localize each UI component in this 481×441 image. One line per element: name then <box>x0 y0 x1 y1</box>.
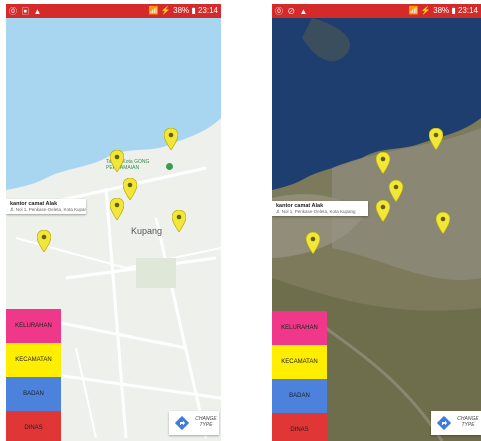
map-pin-2[interactable] <box>376 152 390 174</box>
city-label: Kupang <box>131 226 163 236</box>
info-window[interactable]: kantor camat Alak Jl. Nol 1, Penkase-Oel… <box>6 199 86 214</box>
change-type-button[interactable]: CHANGE TYPE <box>169 411 219 435</box>
change-type-label: CHANGE TYPE <box>195 416 217 428</box>
badan-button[interactable]: BADAN <box>272 379 327 413</box>
map-pin-2[interactable] <box>110 150 124 172</box>
map-pin-1[interactable] <box>164 128 178 150</box>
map-pin-3[interactable] <box>389 180 403 202</box>
dinas-button[interactable]: DINAS <box>272 413 327 441</box>
status-right: 📶 ⚡ 38% ▮ 23:14 <box>408 6 478 15</box>
map-pin-3[interactable] <box>123 178 137 200</box>
satellite-map[interactable]: kantor camat Alak Jl. Nol 1, Penkase-Oel… <box>272 18 481 441</box>
road-map[interactable]: Taman Kota GONG PERDAMAIAN Kupang kantor… <box>6 18 221 441</box>
status-bar: ⓪ ▣ ▲ 📶 ⚡ 38% ▮ 23:14 <box>6 4 221 18</box>
map-pin-5[interactable] <box>172 210 186 232</box>
map-pin-4[interactable] <box>110 198 124 220</box>
kelurahan-button[interactable]: KELURAHAN <box>272 311 327 345</box>
map-pin-selected[interactable] <box>37 230 51 252</box>
status-right: 📶 ⚡ 38% ▮ 23:14 <box>148 6 218 15</box>
map-pin-4[interactable] <box>376 200 390 222</box>
notification-icons: ⓪ ⊘ ▲ <box>275 7 309 16</box>
change-type-label: CHANGE TYPE <box>457 416 479 428</box>
info-window[interactable]: kantor camat Alak Jl. Nol 1, Penkase-Oel… <box>272 201 368 216</box>
dinas-button[interactable]: DINAS <box>6 411 61 441</box>
badan-button[interactable]: BADAN <box>6 377 61 411</box>
notification-icons: ⓪ ▣ ▲ <box>9 7 43 16</box>
map-pin-5[interactable] <box>436 212 450 234</box>
directions-icon <box>437 416 451 430</box>
kecamatan-button[interactable]: KECAMATAN <box>6 343 61 377</box>
directions-icon <box>175 416 189 430</box>
status-bar: ⓪ ⊘ ▲ 📶 ⚡ 38% ▮ 23:14 <box>272 4 481 18</box>
left-phone-screen: ⓪ ▣ ▲ 📶 ⚡ 38% ▮ 23:14 Taman Kota GONG PE… <box>6 4 221 441</box>
change-type-button[interactable]: CHANGE TYPE <box>431 411 481 435</box>
info-subtitle: Jl. Nol 1, Penkase-Oeleta, Kota Kupang <box>276 209 356 214</box>
park-icon[interactable] <box>166 163 173 170</box>
map-pin-1[interactable] <box>429 128 443 150</box>
right-phone-screen: ⓪ ⊘ ▲ 📶 ⚡ 38% ▮ 23:14 kantor camat Alak … <box>272 4 481 441</box>
map-pin-selected[interactable] <box>306 232 320 254</box>
kecamatan-button[interactable]: KECAMATAN <box>272 345 327 379</box>
info-subtitle: Jl. Nol 1, Penkase-Oeleta, Kota Kupang <box>10 207 86 212</box>
kelurahan-button[interactable]: KELURAHAN <box>6 309 61 343</box>
